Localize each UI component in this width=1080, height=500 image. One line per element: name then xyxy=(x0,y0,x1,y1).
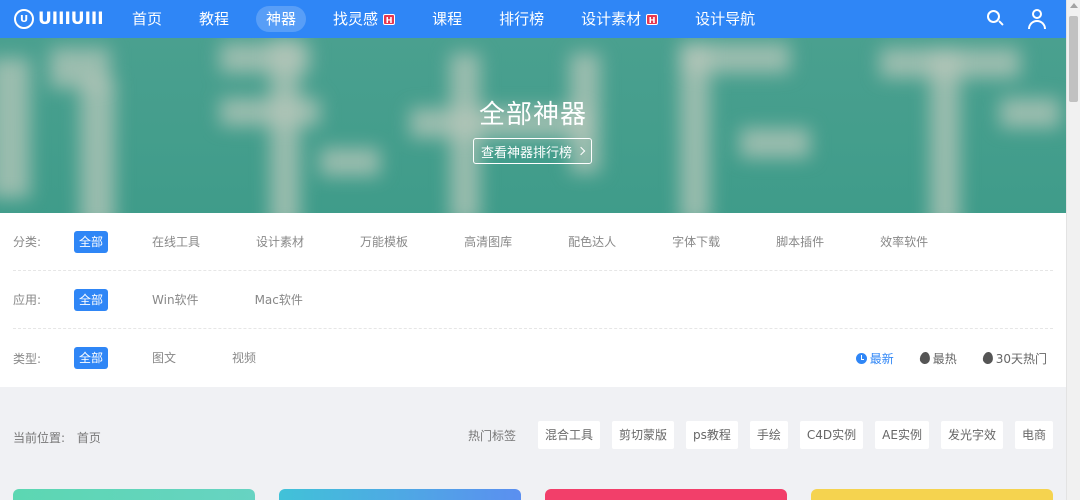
breadcrumb-label: 当前位置: xyxy=(13,431,66,445)
nav-item-6[interactable]: 设计素材 H xyxy=(571,6,668,32)
sort-options: 最新 最热 30天热门 xyxy=(830,329,1047,387)
filter-option[interactable]: 万能模板 xyxy=(355,231,413,253)
hero-banner: 全部神器 查看神器排行榜 xyxy=(0,38,1066,213)
hot-tags-label: 热门标签 xyxy=(467,428,516,443)
filter-option[interactable]: 在线工具 xyxy=(147,231,205,253)
logo-wordmark: UIIIUIII xyxy=(38,8,104,29)
nav-item-label: 设计导航 xyxy=(695,10,756,28)
filter-label: 应用: xyxy=(13,293,42,307)
logo-icon: U xyxy=(14,9,34,29)
filter-option[interactable]: 图文 xyxy=(147,347,181,369)
tool-card[interactable] xyxy=(811,489,1053,500)
filter-option[interactable]: 全部 xyxy=(74,288,109,311)
filter-option[interactable]: 全部 xyxy=(74,230,109,253)
breadcrumb-bar: 当前位置: 首页 热门标签 混合工具 剪切蒙版 ps教程 手绘 C4D实例 AE实例 发光字… xyxy=(0,387,1066,487)
scroll-up-arrow-icon[interactable] xyxy=(1070,3,1078,8)
filter-option[interactable]: 高清图库 xyxy=(459,231,517,253)
nav-item-label: 设计素材 xyxy=(581,10,642,28)
top-navbar: U UIIIUIII 首页 教程 神器 找灵感 H 课程 排行榜 设计素材 H 设计导航 xyxy=(0,0,1066,38)
filter-option[interactable]: Win软件 xyxy=(147,289,204,311)
filter-option[interactable]: Mac软件 xyxy=(250,289,308,311)
filter-option[interactable]: 视频 xyxy=(227,347,261,369)
filter-option[interactable]: 全部 xyxy=(74,347,109,369)
nav-item-4[interactable]: 课程 xyxy=(422,6,472,32)
nav-item-5[interactable]: 排行榜 xyxy=(489,6,554,32)
filter-option[interactable]: 设计素材 xyxy=(251,231,309,253)
sort-option-label: 30天热门 xyxy=(995,351,1047,366)
filter-option[interactable]: 脚本插件 xyxy=(771,231,829,253)
clock-icon xyxy=(855,352,867,364)
hot-tag[interactable]: 剪切蒙版 xyxy=(612,421,675,449)
site-logo[interactable]: U UIIIUIII xyxy=(14,4,106,34)
hot-badge-icon: H xyxy=(383,13,396,25)
breadcrumb-home-link[interactable]: 首页 xyxy=(77,431,101,445)
filter-panel: 分类: 全部 在线工具 设计素材 万能模板 高清图库 配色达人 字体下载 脚本插件 效率软件 应用… xyxy=(0,213,1066,387)
nav-item-label: 排行榜 xyxy=(499,10,545,28)
nav-item-label: 教程 xyxy=(199,10,230,28)
nav-item-2[interactable]: 神器 xyxy=(256,6,307,32)
hot-tag[interactable]: C4D实例 xyxy=(799,421,864,449)
hot-tags: 热门标签 混合工具 剪切蒙版 ps教程 手绘 C4D实例 AE实例 发光字效 电商 xyxy=(468,421,1053,449)
filter-label: 类型: xyxy=(13,351,42,366)
tool-card[interactable] xyxy=(13,489,255,500)
nav-item-label: 神器 xyxy=(266,10,297,28)
sort-option[interactable]: 最热 xyxy=(918,350,957,367)
tool-card[interactable] xyxy=(279,489,521,500)
hot-badge-icon: H xyxy=(646,13,659,25)
nav-item-7[interactable]: 设计导航 xyxy=(685,6,765,32)
nav-item-label: 首页 xyxy=(132,10,163,28)
search-icon[interactable] xyxy=(984,8,1006,30)
nav-item-label: 课程 xyxy=(432,10,463,28)
user-icon[interactable] xyxy=(1026,8,1048,30)
breadcrumb: 当前位置: 首页 xyxy=(13,429,109,446)
hot-tag[interactable]: 发光字效 xyxy=(940,421,1003,449)
page-scrollbar[interactable] xyxy=(1066,0,1080,500)
nav-item-3[interactable]: 找灵感 H xyxy=(323,6,405,32)
chevron-right-icon xyxy=(576,146,586,156)
sort-option-label: 最热 xyxy=(932,351,957,366)
scrollbar-thumb[interactable] xyxy=(1069,16,1078,102)
filter-row-type: 类型: 全部 图文 视频 最新 最热 30天热门 xyxy=(13,329,1053,387)
hot-tag[interactable]: ps教程 xyxy=(686,421,738,449)
logo-text-group: UIIIUIII xyxy=(38,8,104,29)
banner-title: 全部神器 xyxy=(478,100,587,130)
ranking-button-label: 查看神器排行榜 xyxy=(480,145,572,161)
nav-item-label: 找灵感 xyxy=(333,10,379,28)
filter-option[interactable]: 效率软件 xyxy=(875,231,933,253)
filter-option[interactable]: 配色达人 xyxy=(563,231,621,253)
filter-label: 分类: xyxy=(13,235,42,249)
ranking-button[interactable]: 查看神器排行榜 xyxy=(473,138,592,164)
flame-icon xyxy=(918,351,931,365)
nav-item-0[interactable]: 首页 xyxy=(122,6,172,32)
sort-option-label: 最新 xyxy=(869,351,894,366)
sort-option[interactable]: 30天热门 xyxy=(981,350,1047,367)
header-actions xyxy=(964,0,1048,38)
sort-option[interactable]: 最新 xyxy=(855,350,894,367)
filter-row-category: 分类: 全部 在线工具 设计素材 万能模板 高清图库 配色达人 字体下载 脚本插件 效率软件 xyxy=(13,213,1053,271)
flame-icon xyxy=(981,351,994,365)
hot-tag[interactable]: 混合工具 xyxy=(537,421,600,449)
hot-tag[interactable]: 手绘 xyxy=(749,421,788,449)
hot-tag[interactable]: 电商 xyxy=(1014,421,1053,449)
hot-tag[interactable]: AE实例 xyxy=(875,421,929,449)
filter-row-platform: 应用: 全部 Win软件 Mac软件 xyxy=(13,271,1053,329)
filter-option[interactable]: 字体下载 xyxy=(667,231,725,253)
tool-card[interactable] xyxy=(545,489,787,500)
nav-item-1[interactable]: 教程 xyxy=(189,6,239,32)
main-nav: 首页 教程 神器 找灵感 H 课程 排行榜 设计素材 H 设计导航 xyxy=(122,0,782,38)
